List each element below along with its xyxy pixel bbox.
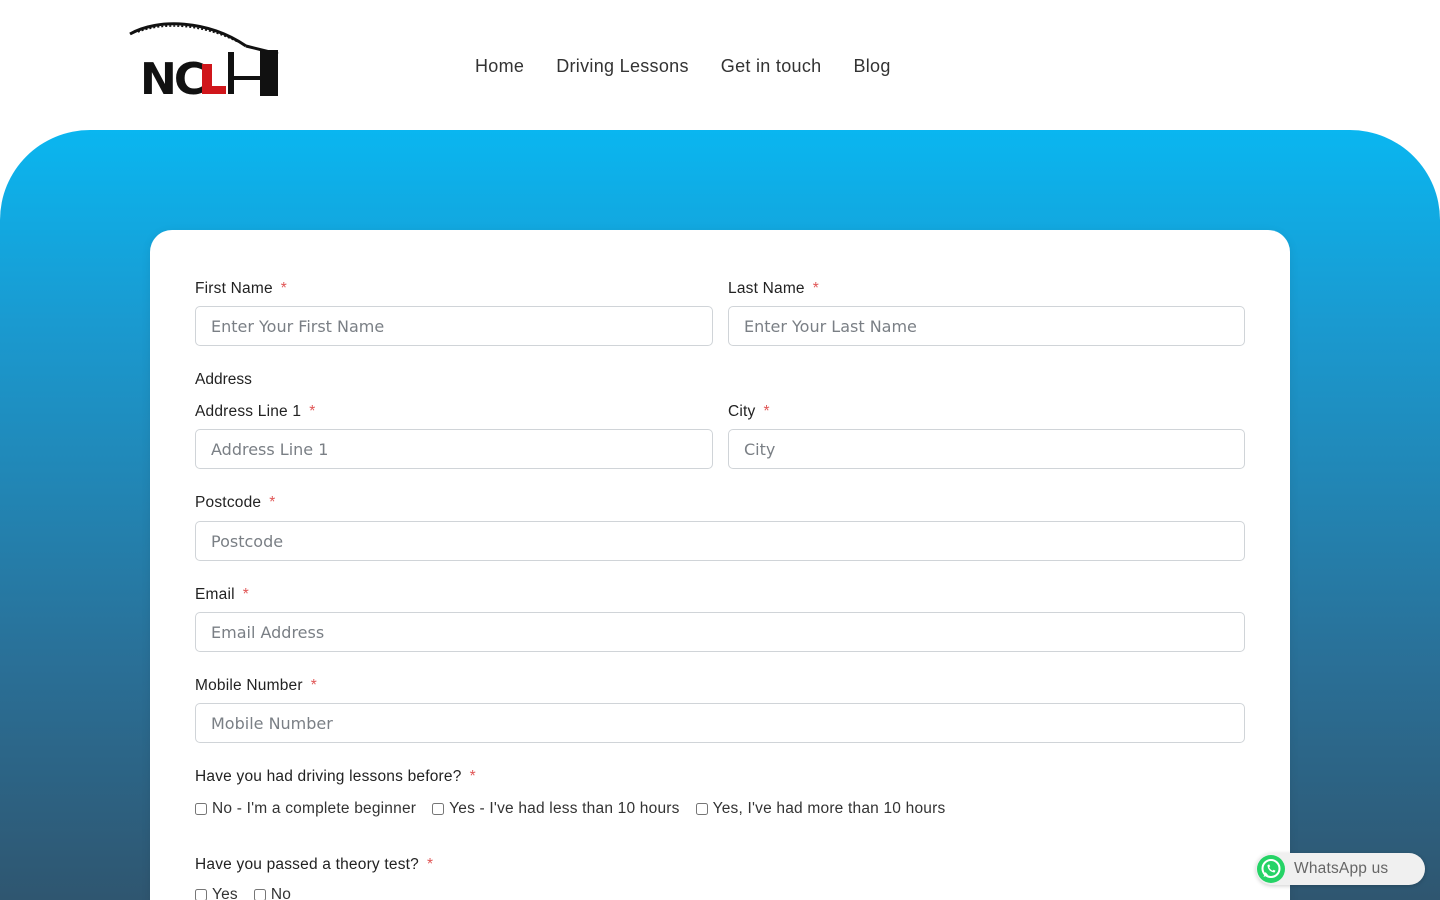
whatsapp-icon	[1257, 855, 1285, 883]
theory-option-no-checkbox[interactable]	[253, 889, 266, 900]
required-mark: *	[763, 403, 770, 420]
lessons-before-label-text: Have you had driving lessons before?	[195, 768, 462, 785]
option-label: Yes	[212, 886, 238, 900]
option-label: No	[270, 886, 292, 900]
theory-option-yes[interactable]: Yes	[195, 886, 238, 900]
address-line1-input[interactable]	[195, 429, 713, 469]
nav-get-in-touch[interactable]: Get in touch	[721, 56, 822, 77]
mobile-label: Mobile Number *	[195, 677, 317, 695]
lessons-option-less-10-checkbox[interactable]	[432, 803, 445, 815]
option-label: No - I'm a complete beginner	[212, 800, 417, 817]
mobile-input[interactable]	[195, 703, 1245, 743]
city-label: City *	[728, 403, 770, 421]
address-line1-label: Address Line 1 *	[195, 403, 315, 421]
option-label: Yes, I've had more than 10 hours	[712, 800, 946, 817]
email-label-text: Email	[195, 586, 235, 603]
theory-option-yes-checkbox[interactable]	[195, 889, 207, 900]
required-mark: *	[469, 768, 476, 785]
lessons-option-less-10[interactable]: Yes - I've had less than 10 hours	[432, 800, 679, 818]
email-label: Email *	[195, 586, 249, 604]
theory-test-options: Yes No	[195, 886, 291, 900]
main-nav: Home Driving Lessons Get in touch Blog	[475, 56, 891, 77]
logo-text: NC	[140, 54, 204, 100]
lessons-option-more-10[interactable]: Yes, I've had more than 10 hours	[695, 800, 946, 818]
required-mark: *	[269, 494, 276, 511]
email-input[interactable]	[195, 612, 1245, 652]
required-mark: *	[309, 403, 316, 420]
nav-driving-lessons[interactable]: Driving Lessons	[556, 56, 689, 77]
theory-test-label: Have you passed a theory test? *	[195, 856, 433, 874]
lessons-option-beginner-checkbox[interactable]	[195, 803, 207, 815]
required-mark: *	[280, 280, 288, 297]
required-mark: *	[427, 856, 434, 873]
address-line1-label-text: Address Line 1	[195, 403, 302, 420]
mobile-label-text: Mobile Number	[195, 677, 303, 694]
first-name-input[interactable]	[195, 306, 713, 346]
lessons-option-beginner[interactable]: No - I'm a complete beginner	[195, 800, 416, 818]
city-label-text: City	[728, 403, 756, 420]
required-mark: *	[812, 280, 819, 297]
first-name-label: First Name *	[195, 280, 287, 298]
last-name-label: Last Name *	[728, 280, 819, 298]
postcode-input[interactable]	[195, 521, 1245, 561]
whatsapp-button[interactable]: WhatsApp us	[1256, 853, 1425, 885]
first-name-label-text: First Name	[195, 280, 273, 297]
lessons-before-label: Have you had driving lessons before? *	[195, 768, 476, 786]
lessons-option-more-10-checkbox[interactable]	[695, 803, 708, 815]
postcode-label-text: Postcode	[195, 494, 262, 511]
nav-home[interactable]: Home	[475, 56, 524, 77]
required-mark: *	[242, 586, 249, 603]
required-mark: *	[310, 677, 317, 694]
site-header: NC Home Driving Lessons Get in touch Blo…	[0, 0, 1440, 130]
nav-blog[interactable]: Blog	[853, 56, 890, 77]
ncl-logo[interactable]: NC	[128, 20, 284, 100]
whatsapp-label: WhatsApp us	[1294, 860, 1389, 877]
address-section-heading: Address	[195, 371, 252, 388]
theory-option-no[interactable]: No	[253, 886, 292, 900]
theory-test-label-text: Have you passed a theory test?	[195, 856, 419, 873]
option-label: Yes - I've had less than 10 hours	[449, 800, 680, 817]
city-input[interactable]	[728, 429, 1245, 469]
postcode-label: Postcode *	[195, 494, 275, 512]
lessons-before-options: No - I'm a complete beginner Yes - I've …	[195, 800, 945, 818]
booking-form-card: First Name * Last Name * Address Address L…	[150, 230, 1290, 900]
last-name-label-text: Last Name	[728, 280, 805, 297]
last-name-input[interactable]	[728, 306, 1245, 346]
